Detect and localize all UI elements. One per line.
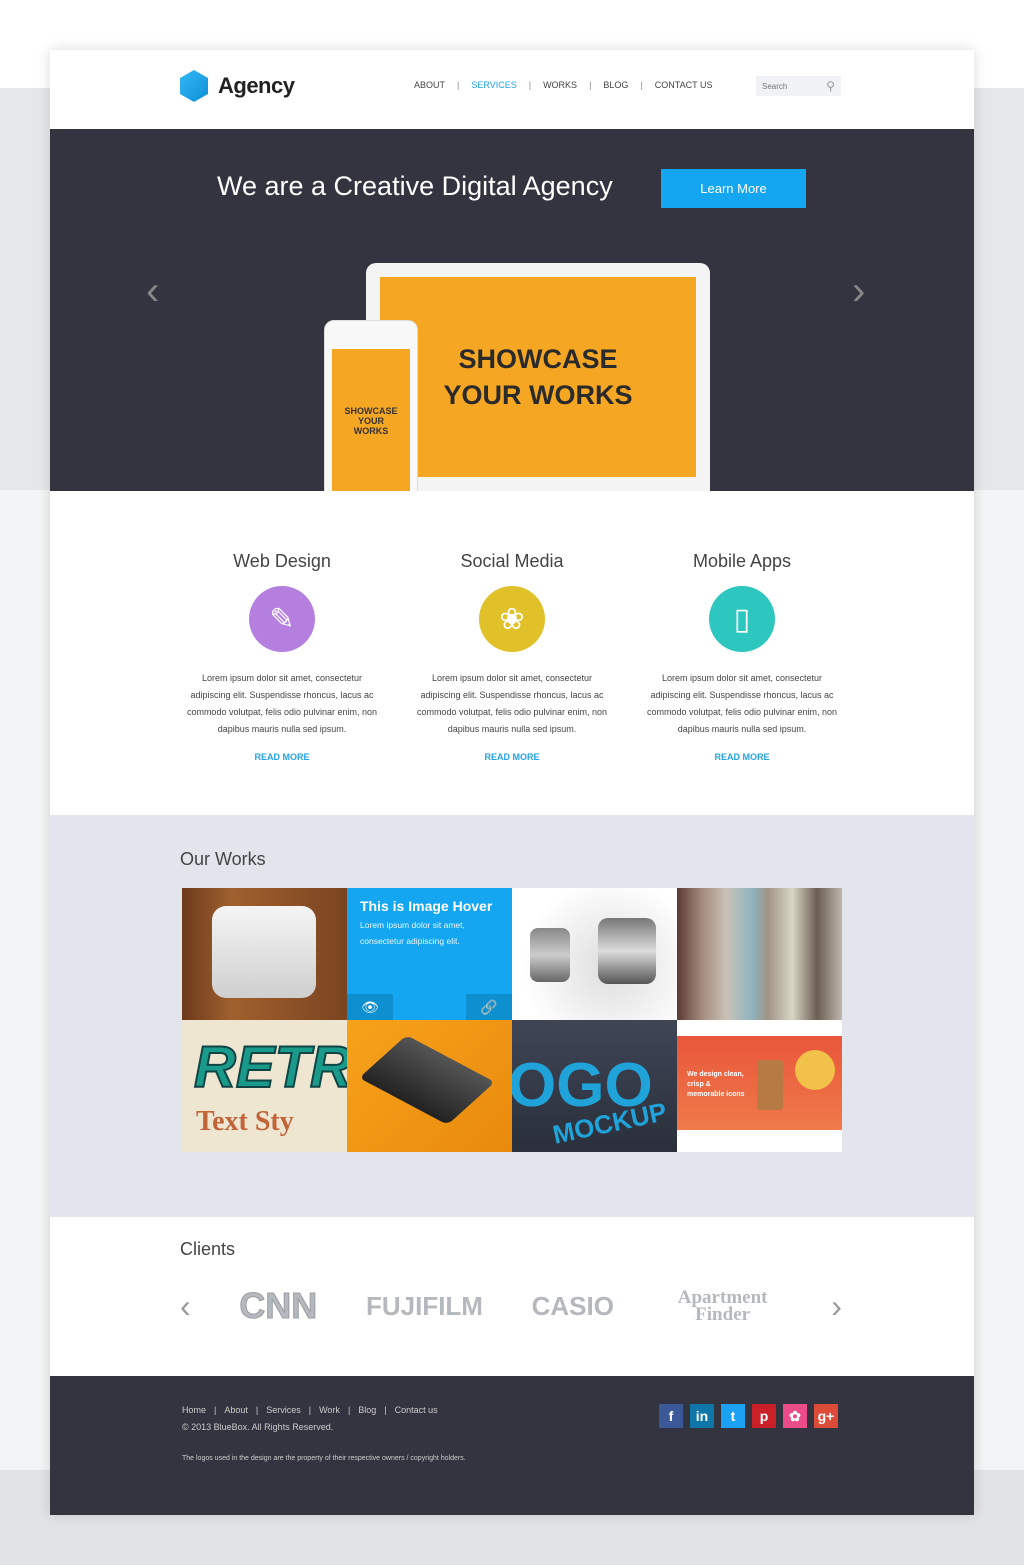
works-section: Our Works This is Image Hover Lorem ipsu… (50, 815, 974, 1217)
client-logo-casio: CASIO (531, 1290, 614, 1321)
facebook-icon[interactable]: f (659, 1404, 683, 1428)
read-more-link[interactable]: READ MORE (642, 752, 842, 762)
footer-link-home[interactable]: Home (182, 1405, 206, 1415)
works-title: Our Works (180, 849, 266, 869)
service-title: Social Media (460, 551, 564, 571)
client-logo-cnn: CNN (239, 1285, 318, 1327)
tile-subtext: Text Sty (196, 1106, 294, 1137)
paintbrush-icon: ✎ (249, 586, 315, 652)
nav-works[interactable]: WORKS (543, 80, 577, 90)
nav-contact[interactable]: CONTACT US (655, 80, 713, 90)
search-input[interactable] (762, 81, 817, 91)
hero-title: We are a Creative Digital Agency (217, 171, 613, 201)
work-tile-database[interactable] (512, 888, 677, 1020)
chevron-right-icon[interactable]: › (831, 1288, 842, 1325)
chevron-right-icon[interactable]: › (852, 269, 865, 314)
client-logo-apartment-finder: Apartment Finder (677, 1287, 768, 1325)
main-nav: ABOUT | SERVICES | WORKS | BLOG | CONTACT US (414, 80, 713, 90)
service-mobile-apps: Mobile Apps ▯ Lorem ipsum dolor sit amet… (642, 551, 842, 762)
clients-section: Clients ‹ CNN FUJIFILM CASIO Apartment F… (50, 1217, 974, 1376)
work-tile-blur[interactable] (677, 888, 842, 1020)
share-icon: ❀ (479, 586, 545, 652)
service-title: Web Design (233, 551, 331, 571)
dribbble-icon[interactable]: ✿ (783, 1404, 807, 1428)
eye-icon[interactable]: 👁 (347, 994, 393, 1020)
nav-blog[interactable]: BLOG (603, 80, 628, 90)
tile-text: We design clean, crisp & memorable icons (687, 1071, 745, 1098)
learn-more-button[interactable]: Learn More (661, 169, 806, 208)
phone-screen-text: SHOWCASE YOUR WORKS (332, 349, 410, 492)
client-logos: ‹ CNN FUJIFILM CASIO Apartment Finder › (180, 1285, 842, 1327)
services-section: Web Design ✎ Lorem ipsum dolor sit amet,… (50, 491, 974, 815)
client-logo-fujifilm: FUJIFILM (365, 1290, 483, 1321)
service-web-design: Web Design ✎ Lorem ipsum dolor sit amet,… (182, 551, 382, 762)
page: Agency ABOUT | SERVICES | WORKS | BLOG | CON… (50, 50, 974, 1515)
hover-text: Lorem ipsum dolor sit amet, consectetur … (360, 920, 465, 946)
footer-link-blog[interactable]: Blog (358, 1405, 376, 1415)
footer-link-work[interactable]: Work (319, 1405, 340, 1415)
google-plus-icon[interactable]: g+ (814, 1404, 838, 1428)
pinterest-icon[interactable]: p (752, 1404, 776, 1428)
nav-about[interactable]: ABOUT (414, 80, 445, 90)
work-tile-app[interactable] (347, 1020, 512, 1152)
copyright: © 2013 BlueBox. All Rights Reserved. (182, 1422, 334, 1432)
footer-link-about[interactable]: About (224, 1405, 248, 1415)
works-grid: This is Image Hover Lorem ipsum dolor si… (182, 888, 842, 1152)
linkedin-icon[interactable]: in (690, 1404, 714, 1428)
header: Agency ABOUT | SERVICES | WORKS | BLOG | CON… (50, 50, 974, 129)
search-icon[interactable]: ⚲ (826, 79, 835, 93)
service-social-media: Social Media ❀ Lorem ipsum dolor sit ame… (412, 551, 612, 762)
clients-title: Clients (180, 1239, 236, 1259)
footer-link-contact[interactable]: Contact us (395, 1405, 438, 1415)
hero-slider: We are a Creative Digital Agency Learn M… (50, 129, 974, 520)
work-tile-hover[interactable]: This is Image Hover Lorem ipsum dolor si… (347, 888, 512, 1020)
legal-note: The logos used in the design are the pro… (182, 1455, 466, 1462)
social-links: f in t p ✿ g+ (659, 1404, 838, 1428)
service-title: Mobile Apps (692, 551, 792, 571)
laptop-screen-text: SHOWCASE YOUR WORKS (380, 277, 696, 477)
hover-title: This is Image Hover (360, 898, 493, 914)
work-tile-notepad[interactable] (182, 888, 347, 1020)
footer-link-services[interactable]: Services (266, 1405, 301, 1415)
service-text: Lorem ipsum dolor sit amet, consectetur … (416, 673, 608, 734)
link-icon[interactable]: 🔗 (466, 994, 512, 1020)
search-box: ⚲ (756, 76, 841, 96)
twitter-icon[interactable]: t (721, 1404, 745, 1428)
tile-text: RETR (193, 1034, 347, 1101)
cube-logo-icon (180, 70, 208, 102)
logo[interactable]: Agency (180, 70, 295, 102)
service-text: Lorem ipsum dolor sit amet, consectetur … (646, 673, 838, 734)
nav-services[interactable]: SERVICES (471, 80, 516, 90)
read-more-link[interactable]: READ MORE (182, 752, 382, 762)
chevron-left-icon[interactable]: ‹ (146, 269, 159, 314)
work-tile-logo-mockup[interactable]: OGO MOCKUP (512, 1020, 677, 1152)
phone-mockup: SHOWCASE YOUR WORKS (324, 320, 418, 520)
chevron-left-icon[interactable]: ‹ (180, 1288, 191, 1325)
logo-text: Agency (218, 73, 295, 98)
smartphone-icon: ▯ (709, 586, 775, 652)
work-tile-website[interactable]: We design clean, crisp & memorable icons (677, 1020, 842, 1152)
work-tile-retro[interactable]: RETR Text Sty (182, 1020, 347, 1152)
footer: Home | About | Services | Work | Blog | Conta… (50, 1376, 974, 1515)
service-text: Lorem ipsum dolor sit amet, consectetur … (186, 673, 378, 734)
read-more-link[interactable]: READ MORE (412, 752, 612, 762)
footer-links: Home | About | Services | Work | Blog | Conta… (182, 1405, 438, 1415)
